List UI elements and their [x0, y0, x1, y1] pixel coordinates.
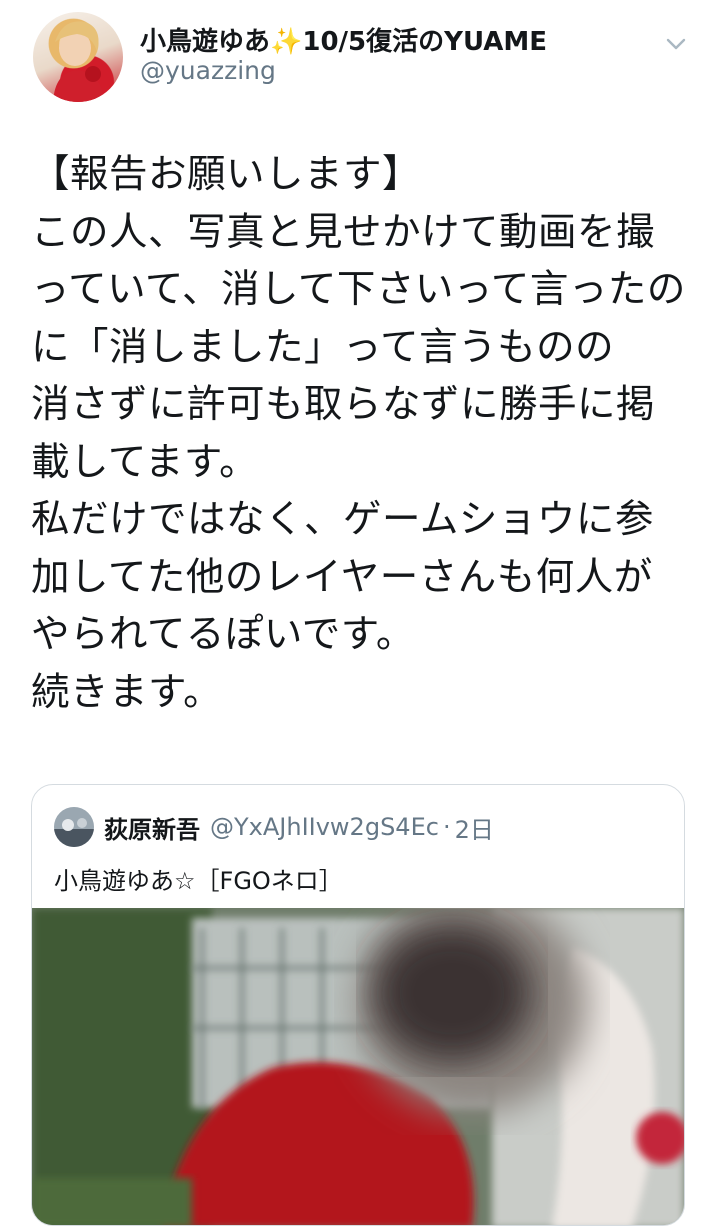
chevron-down-icon[interactable]: [662, 30, 690, 58]
tweet-text-line: やられてるぽいです。: [31, 612, 415, 657]
tweet-text-line: 私だけではなく、ゲームショウに参: [31, 497, 654, 542]
quoted-author-avatar: [54, 807, 94, 847]
blurred-photo: [32, 908, 684, 1225]
author-handle[interactable]: @yuazzing: [140, 56, 276, 85]
quoted-tweet-card[interactable]: 荻原新吾 @YxAJhIIvw2gS4Ec · 2日 小鳥遊ゆあ☆［FGOネロ］: [31, 784, 685, 1226]
quoted-timestamp: 2日: [454, 815, 494, 844]
tweet-text-line: っていて、消して下さいって言ったの: [31, 267, 686, 312]
quoted-separator: ·: [442, 813, 451, 841]
quoted-media[interactable]: [32, 908, 684, 1225]
author-display-name[interactable]: 小鳥遊ゆあ✨10/5復活のYUAME: [140, 21, 547, 58]
tweet-text-line: 続きます。: [31, 669, 223, 715]
quoted-tweet-text: 小鳥遊ゆあ☆［FGOネロ］: [54, 867, 343, 895]
tweet-text-line: に「消しました」って言うものの: [31, 324, 615, 370]
tweet-text-line: 【報告お願いします】: [31, 152, 422, 197]
tweet-body: 【報告お願いします】 この人、写真と見せかけて動画を撮 っていて、消して下さいっ…: [31, 146, 691, 721]
author-avatar[interactable]: [33, 12, 123, 102]
quoted-author-name: 荻原新吾: [104, 815, 200, 844]
avatar-image: [53, 21, 105, 102]
tweet-text-line: 加してた他のレイヤーさんも何人が: [31, 554, 653, 600]
quoted-avatar-image: [54, 807, 94, 847]
quoted-author-handle: @YxAJhIIvw2gS4Ec: [210, 813, 439, 841]
tweet-text-line: 消さずに許可も取らなずに勝手に掲: [31, 382, 656, 427]
quoted-tweet-header: 荻原新吾 @YxAJhIIvw2gS4Ec · 2日: [104, 809, 494, 845]
tweet-text-line: 載してます。: [31, 439, 259, 485]
tweet-text-line: この人、写真と見せかけて動画を撮: [31, 209, 656, 255]
tweet-header: 小鳥遊ゆあ✨10/5復活のYUAME @yuazzing: [0, 0, 715, 120]
